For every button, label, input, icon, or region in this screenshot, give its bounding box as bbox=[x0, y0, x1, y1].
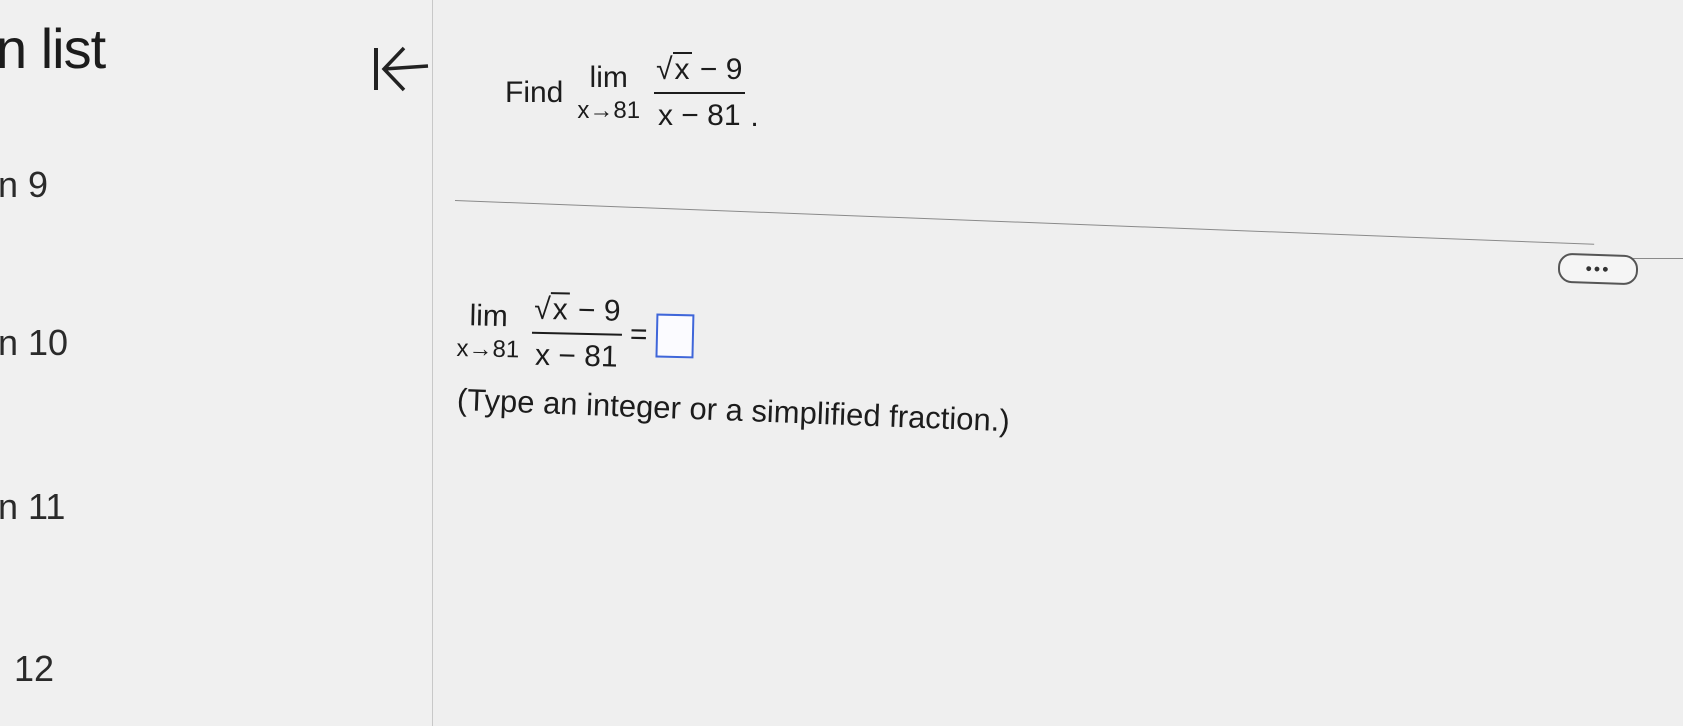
answer-hint: (Type an integer or a simplified fractio… bbox=[456, 382, 1011, 439]
answer-limit-fraction: √ x − 9 x − 81 bbox=[529, 292, 625, 376]
fraction-denominator: x − 81 bbox=[653, 92, 745, 134]
question-panel: Find lim x→81 √ x − 9 x − 81 . ••• lim x→… bbox=[433, 0, 1683, 726]
answer-radicand: x bbox=[550, 292, 571, 327]
question-period: . bbox=[750, 100, 759, 133]
numerator-rest: − 9 bbox=[691, 53, 743, 86]
answer-limit-operator: lim x→81 bbox=[456, 298, 520, 365]
question-prefix: Find bbox=[505, 76, 564, 109]
section-divider bbox=[454, 200, 1595, 245]
answer-fraction-numerator: √ x − 9 bbox=[530, 292, 625, 334]
answer-fraction-denominator: x − 81 bbox=[530, 331, 623, 376]
answer-numerator-rest: − 9 bbox=[569, 293, 621, 328]
answer-input[interactable] bbox=[655, 313, 695, 359]
sidebar-item-question-11[interactable]: n 11 bbox=[0, 486, 65, 528]
limit-subscript: x→81 bbox=[577, 97, 641, 124]
fraction-numerator: √ x − 9 bbox=[652, 52, 746, 92]
collapse-sidebar-icon[interactable] bbox=[366, 42, 436, 100]
answer-square-root: √ x bbox=[533, 292, 571, 329]
answer-radical-sign: √ bbox=[533, 292, 552, 327]
answer-limit-subscript: x→81 bbox=[456, 334, 520, 364]
expand-more-button[interactable]: ••• bbox=[1557, 252, 1639, 286]
radical-sign: √ bbox=[656, 53, 673, 86]
question-prompt: Find lim x→81 √ x − 9 x − 81 . bbox=[505, 52, 759, 134]
equals-sign: = bbox=[629, 317, 648, 352]
sidebar-item-question-9[interactable]: n 9 bbox=[0, 164, 48, 206]
question-list-sidebar: n list n 9 n 10 n 11 12 bbox=[0, 0, 433, 726]
limit-word: lim bbox=[589, 61, 628, 94]
radicand: x bbox=[672, 52, 692, 86]
sidebar-item-question-12[interactable]: 12 bbox=[14, 648, 54, 690]
answer-limit-word: lim bbox=[469, 299, 509, 334]
square-root: √ x bbox=[656, 52, 692, 88]
sidebar-title: n list bbox=[0, 17, 106, 80]
sidebar-item-question-10[interactable]: n 10 bbox=[0, 322, 68, 364]
limit-operator: lim x→81 bbox=[577, 60, 640, 126]
answer-row: lim x→81 √ x − 9 x − 81 = bbox=[456, 290, 695, 377]
limit-fraction: √ x − 9 x − 81 bbox=[652, 52, 746, 134]
